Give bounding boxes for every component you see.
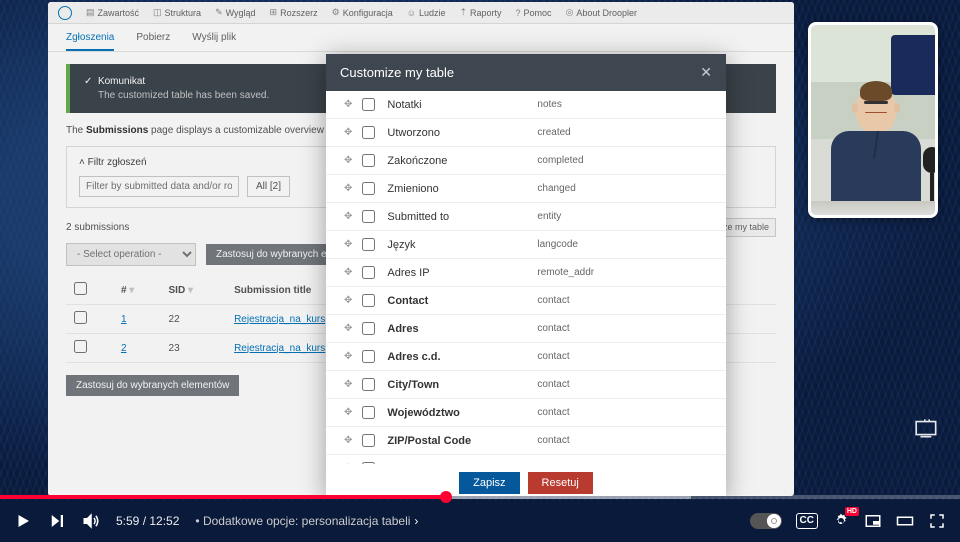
field-label: Contact [387,295,537,307]
time-display: 5:59 / 12:52 [116,514,179,528]
drag-handle-icon[interactable]: ✥ [344,435,352,446]
progress-bar[interactable] [0,495,960,499]
autoplay-toggle[interactable] [750,513,782,529]
field-label: Zakończone [387,155,537,167]
field-checkbox[interactable] [362,154,375,167]
field-checkbox[interactable] [362,434,375,447]
field-label: City/Town [387,379,537,391]
field-checkbox[interactable] [362,378,375,391]
save-button[interactable]: Zapisz [459,472,519,494]
drag-handle-icon[interactable]: ✥ [344,99,352,110]
field-row[interactable]: ✥ Adres contact [326,315,726,343]
drag-handle-icon[interactable]: ✥ [344,407,352,418]
drag-handle-icon[interactable]: ✥ [344,127,352,138]
field-label: Utworzono [387,127,537,139]
field-label: Adres IP [387,267,537,279]
field-key: changed [537,183,575,194]
settings-icon[interactable]: HD [832,512,850,530]
field-label: Notatki [387,99,537,111]
drag-handle-icon[interactable]: ✥ [344,379,352,390]
field-row[interactable]: ✥ City/Town contact [326,371,726,399]
field-key: contact [537,379,569,390]
field-checkbox[interactable] [362,406,375,419]
field-label: Język [387,239,537,251]
field-key: entity [537,211,561,222]
field-row[interactable]: ✥ Zmieniono changed [326,175,726,203]
field-checkbox[interactable] [362,238,375,251]
field-key: notes [537,99,561,110]
volume-icon[interactable] [82,512,100,530]
drag-handle-icon[interactable]: ✥ [344,183,352,194]
field-row[interactable]: ✥ Utworzono created [326,119,726,147]
reset-button[interactable]: Resetuj [528,472,593,494]
next-icon[interactable] [48,512,66,530]
drag-handle-icon[interactable]: ✥ [344,295,352,306]
field-checkbox[interactable] [362,322,375,335]
cast-animation-icon [914,417,940,444]
theater-icon[interactable] [896,512,914,530]
field-key: contact [537,295,569,306]
drag-handle-icon[interactable]: ✥ [344,155,352,166]
field-key: created [537,127,570,138]
field-label: Submitted to [387,211,537,223]
field-label: Adres [387,323,537,335]
field-checkbox[interactable] [362,98,375,111]
field-row[interactable]: ✥ Notatki notes [326,91,726,119]
progress-played [0,495,446,499]
drag-handle-icon[interactable]: ✥ [344,463,352,464]
field-row[interactable]: ✥ Województwo contact [326,399,726,427]
drag-handle-icon[interactable]: ✥ [344,239,352,250]
field-checkbox[interactable] [362,266,375,279]
field-label: Zmieniono [387,183,537,195]
field-row[interactable]: ✥ ZIP/Postal Code contact [326,427,726,455]
field-key: contact [537,407,569,418]
field-label: ZIP/Postal Code [387,435,537,447]
field-label: Województwo [387,407,537,419]
field-row[interactable]: ✥ Contact contact [326,287,726,315]
field-checkbox[interactable] [362,126,375,139]
field-row[interactable]: ✥ Submitted to entity [326,203,726,231]
field-checkbox[interactable] [362,210,375,223]
field-checkbox[interactable] [362,350,375,363]
field-row[interactable]: ✥ Adres c.d. contact [326,343,726,371]
drag-handle-icon[interactable]: ✥ [344,211,352,222]
close-icon[interactable]: ✕ [700,64,712,81]
field-key: langcode [537,239,578,250]
field-row[interactable]: ✥ Język langcode [326,231,726,259]
video-frame: ▤Zawartość ◫Struktura ✎Wygląd ⊞Rozszerz … [0,0,960,500]
captions-button[interactable]: CC [796,513,818,529]
fullscreen-icon[interactable] [928,512,946,530]
presenter-pip [808,22,938,218]
modal-footer: Zapisz Resetuj [326,464,726,496]
field-key: contact [537,463,569,464]
customize-table-modal: Customize my table ✕ ✥ Notatki notes✥ Ut… [326,54,726,496]
drag-handle-icon[interactable]: ✥ [344,267,352,278]
field-row[interactable]: ✥ Zakończone completed [326,147,726,175]
chapter-title[interactable]: • Dodatkowe opcje: personalizacja tabeli… [195,514,418,528]
modal-body[interactable]: ✥ Notatki notes✥ Utworzono created✥ Zako… [326,91,726,464]
field-key: contact [537,323,569,334]
field-checkbox[interactable] [362,182,375,195]
field-row[interactable]: ✥ Adres IP remote_addr [326,259,726,287]
drag-handle-icon[interactable]: ✥ [344,323,352,334]
hd-badge: HD [845,507,859,516]
field-row[interactable]: ✥ Państwo contact [326,455,726,464]
modal-header: Customize my table ✕ [326,54,726,91]
field-key: contact [537,435,569,446]
modal-title: Customize my table [340,65,454,80]
play-icon[interactable] [14,512,32,530]
miniplayer-icon[interactable] [864,512,882,530]
field-label: Adres c.d. [387,351,537,363]
field-key: remote_addr [537,267,594,278]
field-checkbox[interactable] [362,294,375,307]
field-key: completed [537,155,583,166]
field-checkbox[interactable] [362,462,375,464]
player-controls: 5:59 / 12:52 • Dodatkowe opcje: personal… [0,500,960,542]
field-label: Państwo [387,463,537,465]
drupal-app-window: ▤Zawartość ◫Struktura ✎Wygląd ⊞Rozszerz … [48,2,794,496]
drag-handle-icon[interactable]: ✥ [344,351,352,362]
field-key: contact [537,351,569,362]
